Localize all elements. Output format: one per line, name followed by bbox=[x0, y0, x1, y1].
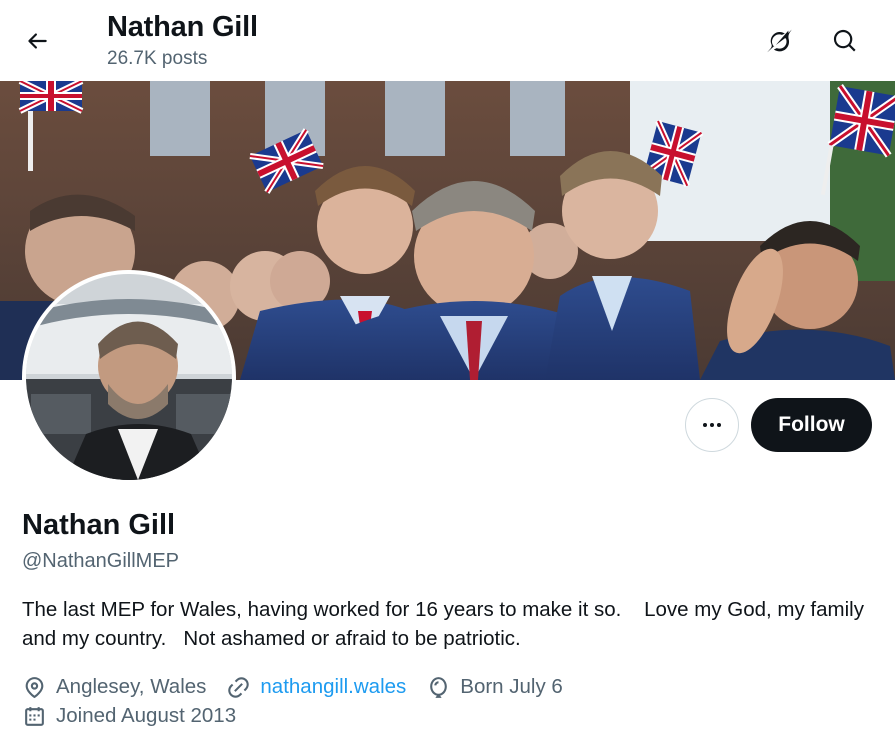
website-link[interactable]: nathangill.wales bbox=[260, 675, 406, 699]
back-button[interactable] bbox=[18, 22, 56, 60]
link-icon bbox=[228, 676, 250, 698]
calendar-icon bbox=[25, 706, 44, 726]
header-post-count: 26.7K posts bbox=[107, 48, 208, 69]
profile-joined: Joined August 2013 bbox=[22, 704, 236, 729]
more-dots-icon bbox=[703, 423, 721, 427]
grok-icon bbox=[767, 29, 792, 53]
location-text: Anglesey, Wales bbox=[56, 675, 207, 698]
birthday-text: Born July 6 bbox=[460, 675, 563, 698]
header-title-block: Nathan Gill 26.7K posts bbox=[107, 10, 258, 72]
profile-meta-row: Anglesey, Wales nathangill.wales Born Ju… bbox=[22, 673, 583, 701]
joined-text: Joined August 2013 bbox=[56, 704, 237, 727]
search-button[interactable] bbox=[826, 22, 864, 60]
follow-button[interactable]: Follow bbox=[751, 398, 872, 452]
profile-bio: The last MEP for Wales, having worked fo… bbox=[22, 598, 870, 650]
profile-header: Nathan Gill 26.7K posts bbox=[0, 0, 895, 81]
search-icon bbox=[833, 29, 856, 52]
balloon-icon bbox=[430, 676, 448, 698]
profile-birthday: Born July 6 bbox=[426, 675, 563, 700]
profile-handle: @NathanGillMEP bbox=[22, 550, 180, 572]
profile-join-row: Joined August 2013 bbox=[22, 702, 256, 730]
back-arrow-icon bbox=[28, 33, 47, 49]
location-pin-icon bbox=[25, 676, 44, 698]
more-options-button[interactable] bbox=[685, 398, 739, 452]
header-name: Nathan Gill bbox=[107, 11, 258, 43]
profile-location: Anglesey, Wales bbox=[22, 675, 206, 700]
grok-button[interactable] bbox=[760, 22, 798, 60]
avatar-photo bbox=[26, 274, 232, 480]
profile-website[interactable]: nathangill.wales bbox=[226, 675, 406, 700]
profile-display-name: Nathan Gill bbox=[22, 509, 176, 541]
profile-avatar[interactable] bbox=[22, 270, 236, 484]
